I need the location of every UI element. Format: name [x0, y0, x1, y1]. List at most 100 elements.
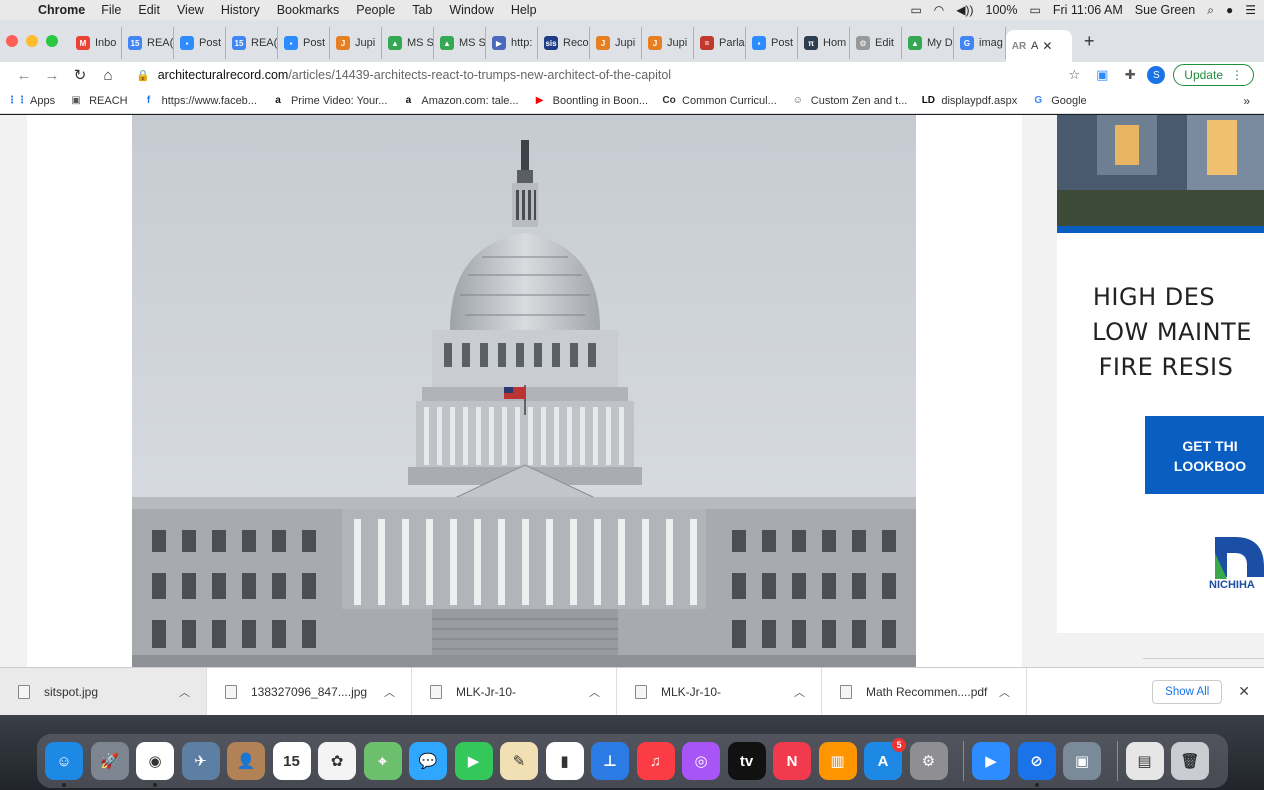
download-item[interactable]: MLK-Jr-10- ︿: [412, 667, 617, 716]
music-icon[interactable]: ♫: [636, 742, 675, 780]
tab-7[interactable]: ▲ MS S: [434, 27, 486, 59]
bookmark-item[interactable]: LD displaypdf.aspx: [921, 94, 1018, 108]
siri-icon[interactable]: ●: [1226, 3, 1233, 17]
launchpad-icon[interactable]: 🚀: [90, 742, 129, 780]
keynote-icon[interactable]: ⊥: [591, 742, 629, 780]
app-store-icon[interactable]: A5: [864, 738, 906, 780]
calendar-icon[interactable]: 15: [272, 742, 311, 780]
tab-6[interactable]: ▲ MS S: [382, 27, 434, 59]
chevron-up-icon[interactable]: ︿: [794, 684, 805, 700]
tab-5[interactable]: J Jupi: [330, 27, 382, 59]
tab-11[interactable]: J Jupi: [642, 27, 694, 59]
finder-icon[interactable]: ☺: [45, 742, 83, 787]
messages-icon[interactable]: 💬: [409, 742, 447, 780]
address-bar[interactable]: 🔒 architecturalrecord.com/articles/14439…: [128, 63, 1057, 87]
menu-edit[interactable]: Edit: [138, 3, 160, 17]
tab-8[interactable]: ▶ http:: [486, 27, 538, 59]
download-item[interactable]: 138327096_847....jpg ︿: [207, 667, 412, 716]
downloads-stack-icon[interactable]: ▤: [1125, 742, 1164, 780]
safari-icon[interactable]: ⊘: [1017, 742, 1056, 787]
tab-2[interactable]: ▪ Post: [174, 27, 226, 59]
show-all-downloads-button[interactable]: Show All: [1152, 679, 1223, 704]
update-chrome-button[interactable]: Update ⋮: [1173, 64, 1254, 86]
photos-icon[interactable]: ✿: [318, 742, 356, 780]
bookmark-item[interactable]: Co Common Curricul...: [662, 94, 776, 108]
download-item[interactable]: MLK-Jr-10- ︿: [617, 667, 822, 716]
tab-17[interactable]: Gimag: [954, 27, 1006, 59]
tab-9[interactable]: sis Reco: [538, 27, 590, 59]
new-tab-button[interactable]: +: [1084, 31, 1095, 52]
podcasts-icon[interactable]: ◎: [682, 742, 720, 780]
bookmark-item[interactable]: ▣ REACH: [69, 94, 127, 108]
tab-12[interactable]: = Parla: [694, 27, 746, 59]
app-menu-chrome[interactable]: Chrome: [38, 3, 85, 17]
bookmark-item[interactable]: ☺ Custom Zen and t...: [791, 94, 908, 108]
menu-history[interactable]: History: [221, 3, 260, 17]
minimize-window-icon[interactable]: [26, 35, 38, 47]
menu-file[interactable]: File: [101, 3, 121, 17]
spotlight-search-icon[interactable]: ⌕: [1207, 3, 1214, 18]
zoom-extension-icon[interactable]: ▣: [1091, 64, 1113, 86]
tab-14[interactable]: π Hom: [798, 27, 850, 59]
ad-get-lookbook-button[interactable]: GET THI LOOKBOO: [1145, 416, 1264, 494]
tab-1[interactable]: 15 REA(: [122, 27, 174, 59]
home-button[interactable]: ⌂: [94, 67, 122, 84]
textedit-icon[interactable]: ✎: [500, 742, 538, 780]
menu-tab[interactable]: Tab: [412, 3, 432, 17]
tab-active-architectural-record[interactable]: AR A ✕: [1006, 30, 1072, 62]
maps-icon[interactable]: ⌖: [363, 742, 402, 780]
bookmark-item[interactable]: G Google: [1031, 94, 1086, 108]
image-capture-icon[interactable]: ▣: [1063, 742, 1101, 780]
sidebar-advertisement[interactable]: HIGH DES LOW MAINTE FIRE RESIS NICHIHA G…: [1057, 115, 1264, 667]
bookmark-item[interactable]: ⋮⋮ Apps: [7, 94, 55, 108]
reload-button[interactable]: ↻: [66, 66, 94, 84]
chevron-up-icon[interactable]: ︿: [999, 684, 1010, 700]
news-icon[interactable]: N: [773, 742, 811, 780]
menu-help[interactable]: Help: [511, 3, 537, 17]
zoom-window-icon[interactable]: [46, 35, 58, 47]
menu-window[interactable]: Window: [449, 3, 493, 17]
tab-3[interactable]: 15 REA(: [226, 27, 278, 59]
tab-10[interactable]: J Jupi: [590, 27, 642, 59]
chevron-up-icon[interactable]: ︿: [384, 684, 395, 700]
tab-0[interactable]: M Inbo: [70, 27, 122, 59]
system-preferences-icon[interactable]: ⚙: [909, 742, 948, 780]
tab-15[interactable]: ⚙ Edit: [850, 27, 902, 59]
wifi-icon[interactable]: ◠: [934, 3, 944, 17]
trash-icon[interactable]: 🗑: [1171, 742, 1209, 780]
tab-16[interactable]: ▲ My D: [902, 27, 954, 59]
menubar-user[interactable]: Sue Green: [1135, 3, 1195, 17]
tab-13[interactable]: ▪ Post: [746, 27, 798, 59]
chevron-up-icon[interactable]: ︿: [179, 684, 190, 700]
menu-people[interactable]: People: [356, 3, 395, 17]
battery-percent[interactable]: 100%: [986, 3, 1018, 17]
numbers-icon[interactable]: ▮: [545, 742, 584, 780]
forward-button[interactable]: →: [38, 67, 66, 84]
bookmark-item[interactable]: a Amazon.com: tale...: [401, 94, 519, 108]
extensions-puzzle-icon[interactable]: ✚: [1119, 64, 1141, 86]
chevron-up-icon[interactable]: ︿: [589, 684, 600, 700]
airplay-icon[interactable]: ▭: [910, 3, 921, 17]
profile-avatar[interactable]: S: [1147, 66, 1166, 84]
close-downloads-icon[interactable]: ✕: [1238, 683, 1250, 700]
chrome-icon[interactable]: ◉: [136, 742, 174, 787]
more-bookmarks-chevron-icon[interactable]: »: [1243, 94, 1250, 108]
lock-icon[interactable]: 🔒: [136, 69, 150, 82]
apple-tv-icon[interactable]: tv: [727, 742, 766, 780]
back-button[interactable]: ←: [10, 67, 38, 84]
tab-4[interactable]: ▪ Post: [278, 27, 330, 59]
bookmark-item[interactable]: f https://www.faceb...: [142, 94, 257, 108]
contacts-icon[interactable]: 👤: [227, 742, 265, 780]
menubar-clock[interactable]: Fri 11:06 AM: [1053, 3, 1123, 17]
zoom-icon[interactable]: ▶: [972, 742, 1010, 780]
download-item[interactable]: Math Recommen....pdf ︿: [822, 667, 1027, 716]
facetime-icon[interactable]: ▶: [454, 742, 493, 780]
preview-icon[interactable]: ✈: [181, 742, 220, 780]
bookmark-item[interactable]: a Prime Video: Your...: [271, 94, 387, 108]
notification-center-icon[interactable]: ☰: [1245, 3, 1256, 17]
bookmark-star-icon[interactable]: ☆: [1063, 64, 1085, 86]
download-item[interactable]: sitspot.jpg ︿: [0, 667, 207, 716]
bookmark-item[interactable]: ▶ Boontling in Boon...: [533, 94, 648, 108]
volume-icon[interactable]: ◀)): [956, 3, 973, 17]
menu-view[interactable]: View: [177, 3, 204, 17]
